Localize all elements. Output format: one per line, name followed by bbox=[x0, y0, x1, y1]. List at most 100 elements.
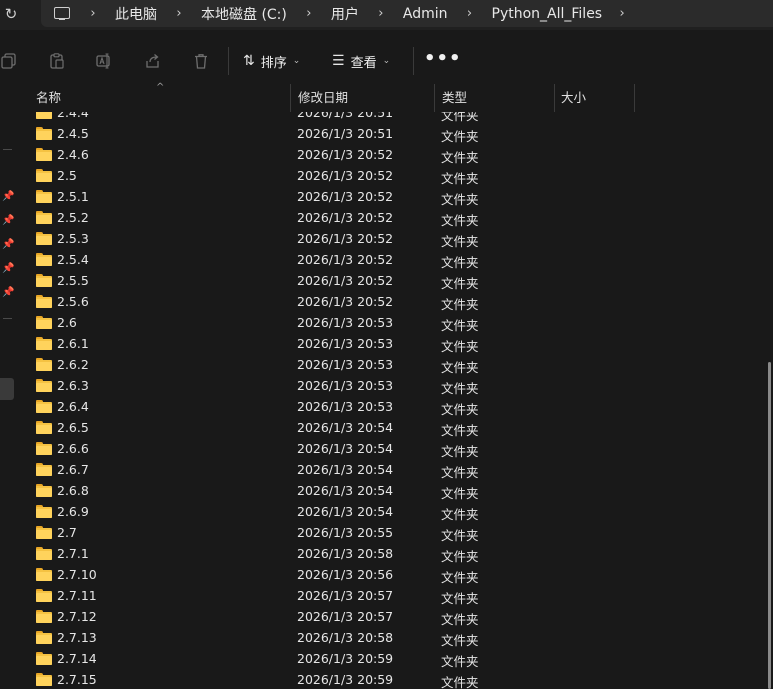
file-row[interactable]: 2.6.3 2026/1/3 20:53 文件夹 bbox=[18, 376, 763, 397]
column-resize-handle[interactable] bbox=[290, 84, 291, 112]
chevron-right-icon[interactable]: › bbox=[173, 6, 185, 21]
vertical-scrollbar[interactable] bbox=[768, 362, 771, 689]
file-row[interactable]: 2.6.8 2026/1/3 20:54 文件夹 bbox=[18, 481, 763, 502]
file-name[interactable]: 2.7.12 bbox=[57, 609, 97, 624]
file-name[interactable]: 2.4.6 bbox=[57, 147, 89, 162]
file-row[interactable]: 2.6.1 2026/1/3 20:53 文件夹 bbox=[18, 334, 763, 355]
file-row[interactable]: 2.5.2 2026/1/3 20:52 文件夹 bbox=[18, 208, 763, 229]
file-name[interactable]: 2.6.4 bbox=[57, 399, 89, 414]
file-row[interactable]: 2.7.15 2026/1/3 20:59 文件夹 bbox=[18, 670, 763, 689]
file-type: 文件夹 bbox=[441, 381, 479, 396]
pin-icon[interactable]: 📌 bbox=[2, 239, 14, 251]
file-row[interactable]: 2.5.6 2026/1/3 20:52 文件夹 bbox=[18, 292, 763, 313]
file-row[interactable]: 2.5.1 2026/1/3 20:52 文件夹 bbox=[18, 187, 763, 208]
nav-selected-item[interactable] bbox=[0, 378, 14, 400]
column-header-type[interactable]: 类型 bbox=[436, 84, 554, 112]
folder-icon bbox=[36, 652, 52, 665]
breadcrumb-item-python-all-files[interactable]: Python_All_Files bbox=[488, 6, 607, 22]
file-name[interactable]: 2.6.1 bbox=[57, 336, 89, 351]
breadcrumb-item-users[interactable]: 用户 bbox=[327, 4, 363, 24]
file-row[interactable]: 2.4.5 2026/1/3 20:51 文件夹 bbox=[18, 124, 763, 145]
copy-icon[interactable] bbox=[1, 53, 17, 69]
file-row[interactable]: 2.6.5 2026/1/3 20:54 文件夹 bbox=[18, 418, 763, 439]
breadcrumb[interactable]: › 此电脑 › 本地磁盘 (C:) › 用户 › Admin › Python_… bbox=[41, 0, 773, 27]
file-name[interactable]: 2.7.15 bbox=[57, 672, 97, 687]
column-header-date[interactable]: 修改日期 bbox=[292, 84, 436, 112]
file-name[interactable]: 2.5.4 bbox=[57, 252, 89, 267]
file-type: 文件夹 bbox=[441, 276, 479, 291]
computer-icon bbox=[53, 6, 71, 21]
file-row[interactable]: 2.6.4 2026/1/3 20:53 文件夹 bbox=[18, 397, 763, 418]
sort-button[interactable]: ⇅ 排序 ⌄ bbox=[243, 50, 300, 72]
file-name[interactable]: 2.5.3 bbox=[57, 231, 89, 246]
pin-icon[interactable]: 📌 bbox=[2, 263, 14, 275]
file-name[interactable]: 2.5.1 bbox=[57, 189, 89, 204]
file-row[interactable]: 2.5.3 2026/1/3 20:52 文件夹 bbox=[18, 229, 763, 250]
breadcrumb-item-local-disk[interactable]: 本地磁盘 (C:) bbox=[197, 4, 291, 24]
column-header-name[interactable]: 名称 bbox=[30, 84, 296, 112]
more-options-button[interactable]: ••• bbox=[424, 49, 461, 73]
breadcrumb-item-this-pc[interactable]: 此电脑 bbox=[111, 4, 161, 24]
chevron-right-icon[interactable]: › bbox=[375, 6, 387, 21]
file-row[interactable]: 2.6 2026/1/3 20:53 文件夹 bbox=[18, 313, 763, 334]
pin-icon[interactable]: 📌 bbox=[2, 191, 14, 203]
toolbar-divider bbox=[228, 47, 229, 75]
chevron-right-icon[interactable]: › bbox=[87, 6, 99, 21]
share-icon[interactable] bbox=[145, 53, 161, 69]
pin-icon[interactable]: 📌 bbox=[2, 215, 14, 227]
file-name[interactable]: 2.6.7 bbox=[57, 462, 89, 477]
file-modified-date: 2026/1/3 20:54 bbox=[297, 420, 394, 435]
file-row[interactable]: 2.6.9 2026/1/3 20:54 文件夹 bbox=[18, 502, 763, 523]
file-name[interactable]: 2.6.9 bbox=[57, 504, 89, 519]
file-type: 文件夹 bbox=[441, 339, 479, 354]
file-row[interactable]: 2.5.4 2026/1/3 20:52 文件夹 bbox=[18, 250, 763, 271]
file-row[interactable]: 2.7.10 2026/1/3 20:56 文件夹 bbox=[18, 565, 763, 586]
file-name[interactable]: 2.6.2 bbox=[57, 357, 89, 372]
file-name[interactable]: 2.6.5 bbox=[57, 420, 89, 435]
file-row[interactable]: 2.6.7 2026/1/3 20:54 文件夹 bbox=[18, 460, 763, 481]
delete-icon[interactable] bbox=[193, 53, 209, 69]
chevron-right-icon[interactable]: › bbox=[464, 6, 476, 21]
file-name[interactable]: 2.6.8 bbox=[57, 483, 89, 498]
file-name[interactable]: 2.6.6 bbox=[57, 441, 89, 456]
file-modified-date: 2026/1/3 20:54 bbox=[297, 462, 394, 477]
file-row[interactable]: 2.5 2026/1/3 20:52 文件夹 bbox=[18, 166, 763, 187]
file-name[interactable]: 2.5.5 bbox=[57, 273, 89, 288]
file-name[interactable]: 2.5.2 bbox=[57, 210, 89, 225]
chevron-right-icon[interactable]: › bbox=[616, 6, 628, 21]
view-button[interactable]: ☰ 查看 ⌄ bbox=[332, 50, 390, 72]
folder-icon bbox=[36, 337, 52, 350]
file-explorer-window: ↻ › 此电脑 › 本地磁盘 (C:) › 用户 › Admin › Pytho… bbox=[0, 0, 773, 689]
file-row[interactable]: 2.7.14 2026/1/3 20:59 文件夹 bbox=[18, 649, 763, 670]
paste-icon[interactable] bbox=[49, 53, 65, 69]
chevron-right-icon[interactable]: › bbox=[303, 6, 315, 21]
file-row[interactable]: 2.7.13 2026/1/3 20:58 文件夹 bbox=[18, 628, 763, 649]
file-row[interactable]: 2.4.6 2026/1/3 20:52 文件夹 bbox=[18, 145, 763, 166]
file-row[interactable]: 2.6.6 2026/1/3 20:54 文件夹 bbox=[18, 439, 763, 460]
file-name[interactable]: 2.7.1 bbox=[57, 546, 89, 561]
file-name[interactable]: 2.5.6 bbox=[57, 294, 89, 309]
file-name[interactable]: 2.7.13 bbox=[57, 630, 97, 645]
file-name[interactable]: 2.7.14 bbox=[57, 651, 97, 666]
breadcrumb-item-admin[interactable]: Admin bbox=[399, 6, 452, 22]
column-header-size[interactable]: 大小 bbox=[555, 84, 635, 112]
file-name[interactable]: 2.5 bbox=[57, 168, 77, 183]
file-row[interactable]: 2.7.1 2026/1/3 20:58 文件夹 bbox=[18, 544, 763, 565]
file-name[interactable]: 2.4.5 bbox=[57, 126, 89, 141]
file-name[interactable]: 2.7.11 bbox=[57, 588, 97, 603]
file-name[interactable]: 2.7.10 bbox=[57, 567, 97, 582]
column-resize-handle[interactable] bbox=[634, 84, 635, 112]
file-row[interactable]: 2.7.12 2026/1/3 20:57 文件夹 bbox=[18, 607, 763, 628]
pin-icon[interactable]: 📌 bbox=[2, 287, 14, 299]
file-row[interactable]: 2.5.5 2026/1/3 20:52 文件夹 bbox=[18, 271, 763, 292]
file-row[interactable]: 2.6.2 2026/1/3 20:53 文件夹 bbox=[18, 355, 763, 376]
refresh-button[interactable]: ↻ bbox=[0, 2, 22, 26]
file-name[interactable]: 2.7 bbox=[57, 525, 77, 540]
column-resize-handle[interactable] bbox=[434, 84, 435, 112]
rename-icon[interactable] bbox=[96, 53, 112, 69]
file-row[interactable]: 2.7 2026/1/3 20:55 文件夹 bbox=[18, 523, 763, 544]
file-name[interactable]: 2.6.3 bbox=[57, 378, 89, 393]
view-label: 查看 bbox=[350, 55, 377, 71]
file-row[interactable]: 2.7.11 2026/1/3 20:57 文件夹 bbox=[18, 586, 763, 607]
file-name[interactable]: 2.6 bbox=[57, 315, 77, 330]
